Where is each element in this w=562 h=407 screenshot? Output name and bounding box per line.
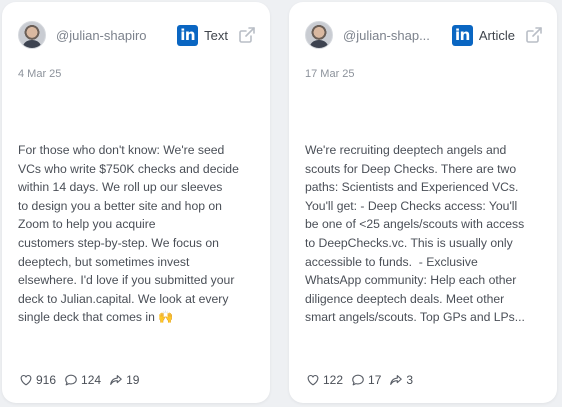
heart-icon — [306, 373, 323, 387]
author-handle[interactable]: @julian-shap... — [343, 28, 446, 43]
post-stats: 122 17 3 — [306, 373, 421, 387]
post-stats: 916 124 19 — [19, 373, 147, 387]
shares-stat: 3 — [389, 373, 413, 387]
post-header: @julian-shap... in Article — [305, 20, 543, 50]
avatar[interactable] — [18, 21, 46, 49]
post-date: 4 Mar 25 — [18, 68, 62, 80]
post-type-label: Article — [478, 27, 515, 43]
comments-stat: 124 — [64, 373, 101, 387]
shares-count: 3 — [406, 373, 414, 387]
post-date: 17 Mar 25 — [305, 68, 355, 80]
shares-stat: 19 — [109, 373, 139, 387]
post-type-label: Text — [204, 27, 228, 43]
likes-stat: 916 — [19, 373, 56, 387]
external-link-icon[interactable] — [238, 26, 256, 44]
post-body: We're recruiting deeptech angels and sco… — [305, 143, 525, 325]
author-handle[interactable]: @julian-shapiro — [56, 28, 171, 43]
linkedin-icon: in — [177, 24, 199, 46]
comments-count: 124 — [81, 373, 102, 387]
post-body: For those who don't know: We're seed VCs… — [18, 143, 239, 325]
heart-icon — [19, 373, 36, 387]
shares-count: 19 — [126, 373, 140, 387]
comment-icon — [351, 373, 368, 387]
comments-count: 17 — [368, 373, 382, 387]
likes-count: 122 — [323, 373, 344, 387]
share-icon — [389, 373, 406, 387]
post-header: @julian-shapiro in Text — [18, 20, 256, 50]
likes-stat: 122 — [306, 373, 343, 387]
comments-stat: 17 — [351, 373, 381, 387]
post-card[interactable]: @julian-shap... in Article 17 Mar 25 We'… — [289, 2, 557, 403]
likes-count: 916 — [36, 373, 57, 387]
post-card[interactable]: @julian-shapiro in Text 4 Mar 25 For tho… — [2, 2, 270, 403]
share-icon — [109, 373, 126, 387]
external-link-icon[interactable] — [525, 26, 543, 44]
avatar[interactable] — [305, 21, 333, 49]
comment-icon — [64, 373, 81, 387]
linkedin-icon: in — [451, 24, 473, 46]
